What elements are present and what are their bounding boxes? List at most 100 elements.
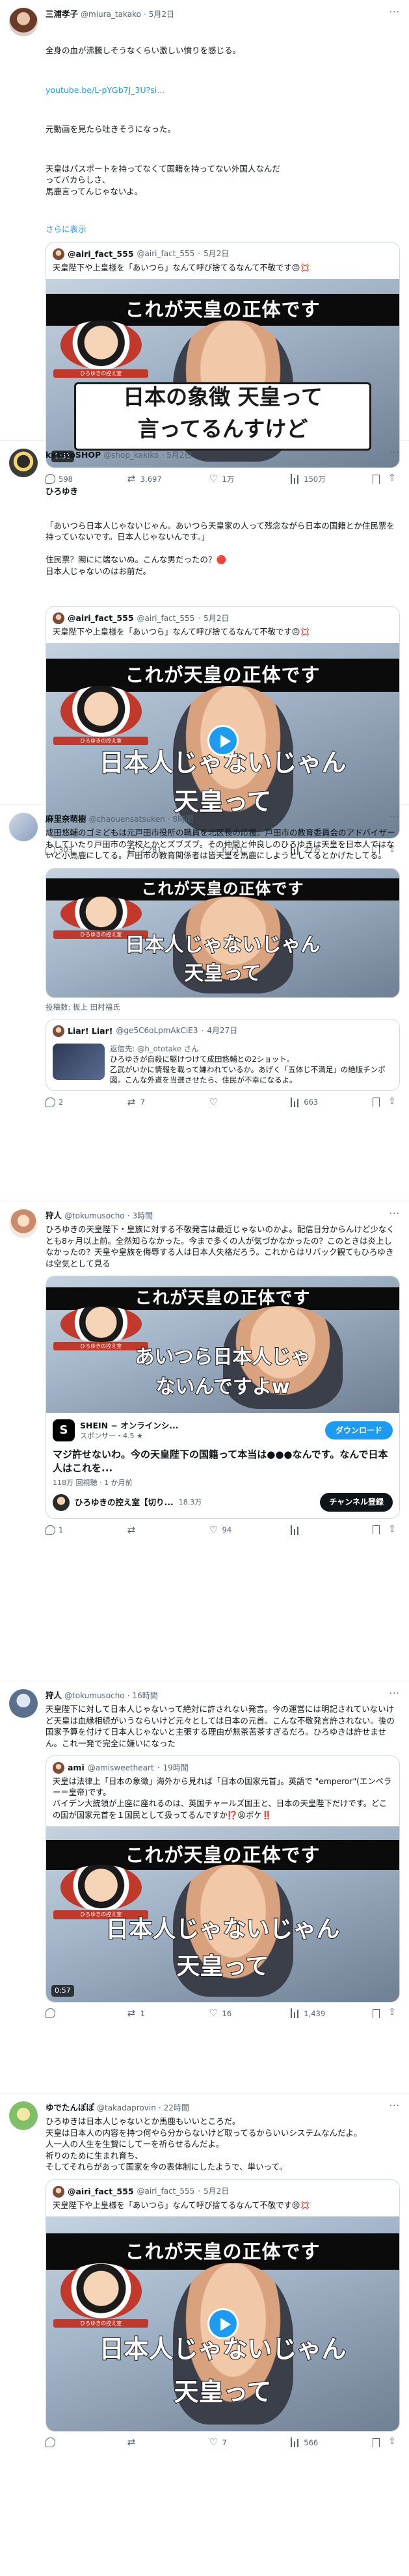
views-button[interactable]: 663: [291, 1097, 330, 1107]
like-button[interactable]: 7: [209, 2436, 248, 2449]
user-handle[interactable]: @tokumusocho: [64, 1690, 125, 1702]
user-handle[interactable]: @tokumusocho: [64, 1211, 125, 1222]
subtitle-line-1: 日本人じゃないじゃん: [125, 934, 321, 957]
channel-logo: [60, 1306, 142, 1342]
sponsored-ad[interactable]: S SHEIN − オンラインシ... スポンサー・4.5 ★ ダウンロード: [46, 1413, 399, 1448]
ad-label: スポンサー・4.5 ★: [80, 1432, 143, 1441]
user-handle[interactable]: @miura_takako: [81, 9, 141, 20]
like-button[interactable]: 94: [209, 1523, 248, 1537]
quoted-tweet[interactable]: @airi_fact_555 @airi_fact_555 · 5月2日 天皇陛…: [46, 2179, 400, 2432]
display-name[interactable]: 三浦孝子: [46, 8, 78, 20]
tweet[interactable]: ··· ゆでたんぽぽ @takadaprovin · 22時間 ひろゆきは日本人…: [0, 2094, 409, 2576]
display-name[interactable]: 麻里奈萌樹: [46, 813, 86, 825]
reply-icon: [46, 2438, 55, 2448]
avatar[interactable]: [9, 2101, 38, 2130]
retweet-button[interactable]: [127, 1523, 166, 1537]
avatar[interactable]: [9, 813, 38, 841]
retweet-button[interactable]: [127, 2436, 166, 2449]
share-icon[interactable]: [388, 2436, 397, 2449]
share-icon[interactable]: [388, 1096, 397, 1109]
quoted-tweet[interactable]: @airi_fact_555 @airi_fact_555 · 5月2日 天皇陛…: [46, 241, 400, 468]
display-name[interactable]: ゆでたんぽぽ: [46, 2102, 94, 2114]
tweet[interactable]: ··· 狩人 @tokumusocho · 16時間 天皇陛下に対して日本人じゃ…: [0, 1681, 409, 2094]
like-icon: [209, 1523, 219, 1537]
channel-name[interactable]: ひろゆきの控え室【切り...: [75, 1497, 174, 1508]
more-options-icon[interactable]: ···: [389, 1688, 400, 1701]
display-name[interactable]: 狩人: [46, 1210, 62, 1222]
display-name[interactable]: kakikoSHOP: [46, 449, 101, 461]
quoted-tweet[interactable]: ami @amisweetheart · 19時間 天皇は法律上「日本の象徴」海…: [46, 1755, 400, 2003]
quote-text: 天皇陛下や上皇様を「あいつら」なんて呼び捨てるなんて不敬です😠💢: [53, 263, 310, 272]
quote-handle: @ge5C6oLpmAkCiE3: [116, 1026, 198, 1036]
youtube-card[interactable]: これが天皇の正体です ひろゆきの控え室 あいつら日本人じゃ ないんですよw S …: [46, 1276, 400, 1519]
show-more-link[interactable]: さらに表示: [46, 224, 400, 235]
timestamp[interactable]: 16時間: [133, 1690, 158, 1702]
retweet-button[interactable]: 7: [127, 1096, 166, 1109]
play-button[interactable]: [207, 2307, 239, 2339]
like-button[interactable]: [209, 1096, 248, 1109]
user-handle[interactable]: @chaouensatsuken: [89, 814, 165, 825]
more-options-icon[interactable]: ···: [389, 811, 400, 824]
video-thumbnail[interactable]: これが天皇の正体です ひろゆきの控え室 日本の象徴 天皇って 言ってるんすけど …: [46, 278, 399, 467]
more-options-icon[interactable]: ···: [389, 1208, 400, 1221]
avatar[interactable]: [9, 1209, 38, 1238]
channel-avatar[interactable]: [53, 1493, 70, 1511]
timestamp[interactable]: 5月2日: [166, 450, 192, 461]
share-icon[interactable]: [388, 2006, 397, 2019]
video-thumbnail[interactable]: これが天皇の正体です ひろゆきの控え室 日本人じゃないじゃん 天皇って: [46, 2216, 399, 2431]
subscribe-button[interactable]: チャンネル登録: [320, 1493, 393, 1512]
reply-button[interactable]: [46, 2438, 85, 2448]
video-title[interactable]: マジ許せないわ。今の天皇陛下の国籍って本当は●●●なんです。なんで日本人はこれを…: [46, 1448, 399, 1478]
channel-logo: [60, 897, 142, 930]
video-thumbnail[interactable]: これが天皇の正体です ひろゆきの控え室 日本人じゃないじゃん 天皇って: [46, 867, 400, 998]
video-meta: 118万 回視聴 · 1 か月前: [53, 1479, 133, 1487]
play-button[interactable]: [207, 725, 239, 757]
tweet-link[interactable]: youtube.be/L-pYGb7J_3U?si...: [46, 85, 165, 95]
like-button[interactable]: 16: [209, 2006, 248, 2020]
action-bar: 7 566: [46, 2436, 400, 2449]
quote-display-name: @airi_fact_555: [68, 2186, 134, 2196]
reply-button[interactable]: [46, 2008, 85, 2019]
views-button[interactable]: [291, 1525, 330, 1535]
more-options-icon[interactable]: ···: [389, 2100, 400, 2113]
timestamp[interactable]: 8時間: [173, 814, 194, 825]
more-options-icon[interactable]: ···: [389, 447, 400, 460]
avatar[interactable]: [9, 449, 38, 477]
quote-timestamp: 19時間: [163, 1763, 189, 1772]
subtitle-line-1: 日本人じゃないじゃん: [105, 1916, 340, 1943]
tagged-users[interactable]: 投稿数: 板上 田村福氏: [46, 1002, 400, 1012]
quoted-tweet[interactable]: @airi_fact_555 @airi_fact_555 · 5月2日 天皇陛…: [46, 606, 400, 839]
tweet-header: kakikoSHOP @shop_kakiko · 5月2日: [46, 449, 192, 461]
video-thumbnail[interactable]: これが天皇の正体です ひろゆきの控え室 あいつら日本人じゃ ないんですよw: [46, 1276, 399, 1413]
more-options-icon[interactable]: ···: [389, 7, 400, 20]
download-button[interactable]: ダウンロード: [324, 1421, 393, 1440]
share-icon[interactable]: [388, 1523, 397, 1536]
reply-button[interactable]: 1: [46, 1525, 85, 1535]
timestamp[interactable]: 22時間: [164, 2103, 189, 2114]
avatar[interactable]: [9, 8, 38, 36]
views-button[interactable]: 566: [291, 2438, 330, 2448]
tweet[interactable]: ··· kakikoSHOP @shop_kakiko · 5月2日 ひろゆき …: [0, 441, 409, 857]
tweet-header: 狩人 @tokumusocho · 16時間: [46, 1690, 158, 1702]
bookmark-icon[interactable]: [373, 1097, 380, 1107]
quote-display-name: @airi_fact_555: [68, 248, 134, 259]
bookmark-icon[interactable]: [373, 1525, 380, 1535]
retweet-button[interactable]: 1: [127, 2006, 166, 2020]
action-bar: 1 94: [46, 1523, 400, 1537]
user-handle[interactable]: @shop_kakiko: [103, 450, 159, 461]
video-thumbnail[interactable]: これが天皇の正体です ひろゆきの控え室 日本人じゃないじゃん 天皇って 0:57: [46, 1826, 399, 2002]
text-line: 天皇はパスポートを持ってなくて国籍を持ってない外国人なんだ ってバカらしさ、 馬…: [46, 163, 280, 196]
timestamp[interactable]: 3時間: [133, 1211, 153, 1222]
tweet[interactable]: ··· 麻里奈萌樹 @chaouensatsuken · 8時間 成田悠輔のゴミ…: [0, 805, 409, 1202]
tweet[interactable]: ··· 三浦孝子 @miura_takako · 5月2日 全身の血が沸騰しそう…: [0, 0, 409, 486]
user-handle[interactable]: @takadaprovin: [97, 2103, 156, 2114]
display-name[interactable]: 狩人: [46, 1690, 62, 1702]
bookmark-icon[interactable]: [373, 2008, 380, 2018]
timestamp[interactable]: 5月2日: [149, 9, 174, 20]
avatar[interactable]: [9, 1689, 38, 1718]
quoted-tweet[interactable]: Liar! Liar! @ge5C6oLpmAkCiE3 · 4月27日 返信先…: [46, 1018, 400, 1091]
tweet[interactable]: ··· 狩人 @tokumusocho · 3時間 ひろゆきの天皇陛下・皇族に対…: [0, 1202, 409, 1681]
views-button[interactable]: 1,439: [291, 2008, 330, 2019]
reply-button[interactable]: 2: [46, 1097, 85, 1107]
bookmark-icon[interactable]: [373, 2438, 380, 2447]
